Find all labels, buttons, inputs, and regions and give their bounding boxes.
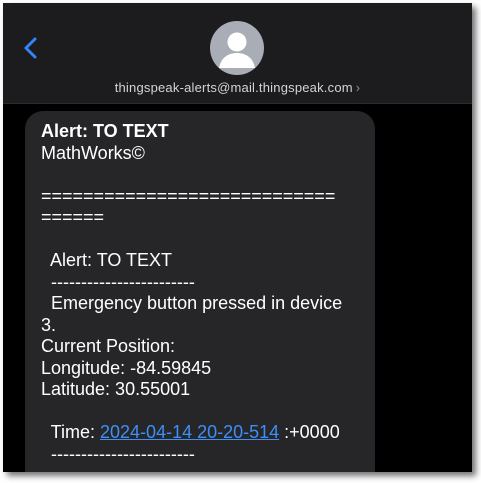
sender-email: thingspeak-alerts@mail.thingspeak.com bbox=[114, 80, 353, 95]
sender-address[interactable]: thingspeak-alerts@mail.thingspeak.com › bbox=[3, 80, 472, 95]
messages-window: thingspeak-alerts@mail.thingspeak.com › A… bbox=[3, 3, 472, 472]
alert-line: Alert: TO TEXT bbox=[41, 250, 173, 270]
time-link[interactable]: 2024-04-14 20-20-514 bbox=[100, 422, 279, 442]
conversation-header: thingspeak-alerts@mail.thingspeak.com › bbox=[3, 3, 472, 104]
person-icon bbox=[219, 32, 255, 68]
position-label: Current Position: bbox=[41, 336, 176, 356]
message-bubble[interactable]: Alert: TO TEXT MathWorks© ==============… bbox=[25, 111, 375, 472]
time-label: Time: bbox=[41, 422, 101, 442]
body-line: Emergency button pressed in device bbox=[41, 293, 343, 313]
message-subject: Alert: TO TEXT bbox=[41, 121, 169, 141]
time-suffix: :+0000 bbox=[279, 422, 340, 442]
separator-line: ============================ bbox=[41, 185, 336, 206]
longitude-value: Longitude: -84.59845 bbox=[41, 357, 212, 378]
body-line: 3. bbox=[41, 314, 57, 335]
time-line: Time: 2024-04-14 20-20-514 :+0000 bbox=[41, 422, 375, 444]
dash-line: ------------------------ bbox=[41, 271, 195, 292]
dash-line: ------------------------ bbox=[41, 443, 195, 464]
latitude-value: Latitude: 30.55001 bbox=[41, 379, 191, 399]
message-company: MathWorks© bbox=[41, 142, 145, 163]
separator-line: ====== bbox=[41, 207, 105, 227]
chevron-right-icon: › bbox=[355, 80, 361, 95]
avatar[interactable] bbox=[210, 21, 264, 75]
chevron-left-icon[interactable] bbox=[21, 33, 41, 63]
